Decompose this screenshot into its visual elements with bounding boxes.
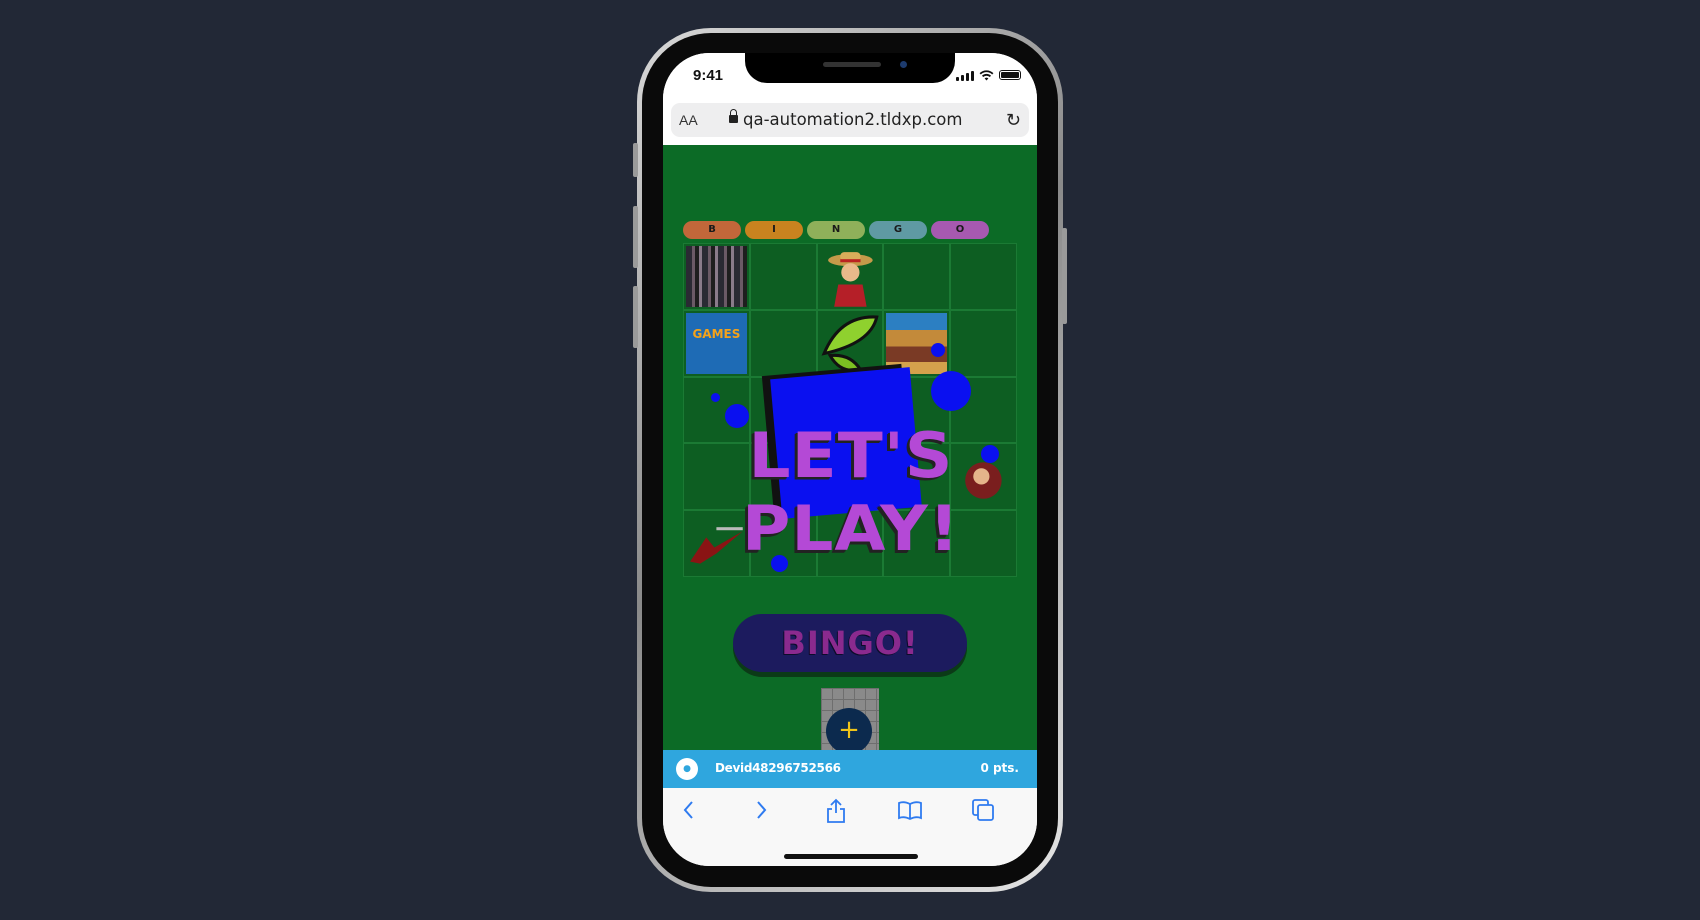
collage-tile-image [686, 246, 747, 307]
battery-icon [999, 70, 1021, 80]
user-icon[interactable]: ● [676, 758, 698, 780]
header-letter-n: N [807, 221, 865, 239]
bingo-cell[interactable] [749, 309, 817, 377]
power-button [1062, 228, 1067, 324]
games-logo-tile-image: GAMES [686, 312, 747, 374]
bingo-cell[interactable] [683, 243, 750, 310]
lock-icon [729, 109, 738, 123]
tabs-icon[interactable] [971, 798, 995, 822]
cellular-signal-icon [956, 70, 974, 81]
bingo-cell[interactable] [816, 243, 884, 310]
paint-dot [931, 343, 945, 357]
phone-screen: 9:41 AA qa-automation2.tldxp.com ↻ B I N [663, 53, 1037, 866]
paint-dot [931, 371, 971, 411]
paint-dot [711, 393, 720, 402]
lets-play-banner: LET'S PLAY! [741, 418, 961, 566]
game-area: B I N G O GAMES LET'S PLAY! BINGO! + [663, 145, 1037, 750]
wifi-icon [979, 69, 994, 80]
volume-up-button [633, 206, 638, 268]
straw-hat-character-image [827, 252, 873, 307]
bingo-cell[interactable]: GAMES [683, 309, 750, 377]
bingo-button[interactable]: BINGO! [733, 614, 967, 672]
back-icon[interactable] [681, 798, 695, 822]
add-card-button[interactable]: + [826, 708, 872, 750]
bingo-cell[interactable] [749, 243, 817, 310]
player-points: 0 pts. [980, 761, 1019, 775]
share-icon[interactable] [825, 798, 847, 824]
home-indicator[interactable] [784, 854, 918, 859]
speaker-grille [823, 62, 881, 67]
status-bar: 9:41 [663, 53, 1037, 99]
bookmarks-icon[interactable] [897, 798, 923, 822]
bingo-cell[interactable] [950, 243, 1017, 310]
player-name: Devid48296752566 [715, 761, 841, 775]
bingo-header: B I N G O [683, 221, 989, 239]
text-size-button[interactable]: AA [679, 112, 698, 128]
volume-down-button [633, 286, 638, 348]
address-bar[interactable]: AA qa-automation2.tldxp.com ↻ [671, 103, 1029, 137]
mute-switch [633, 143, 638, 177]
front-camera [900, 61, 907, 68]
header-letter-i: I [745, 221, 803, 239]
games-logo-text: GAMES [692, 326, 741, 341]
header-letter-b: B [683, 221, 741, 239]
header-letter-o: O [931, 221, 989, 239]
butterfly-image [821, 315, 879, 372]
forward-icon[interactable] [755, 798, 769, 822]
status-icons [956, 69, 1021, 81]
notch [745, 53, 955, 83]
header-letter-g: G [869, 221, 927, 239]
bingo-cell[interactable] [950, 309, 1017, 377]
bingo-cell[interactable] [816, 309, 884, 377]
url-text[interactable]: qa-automation2.tldxp.com [743, 110, 962, 129]
player-bar: ● Devid48296752566 0 pts. [663, 750, 1037, 788]
reload-icon[interactable]: ↻ [1006, 110, 1021, 131]
bingo-cell[interactable] [883, 243, 951, 310]
status-time: 9:41 [693, 67, 724, 84]
